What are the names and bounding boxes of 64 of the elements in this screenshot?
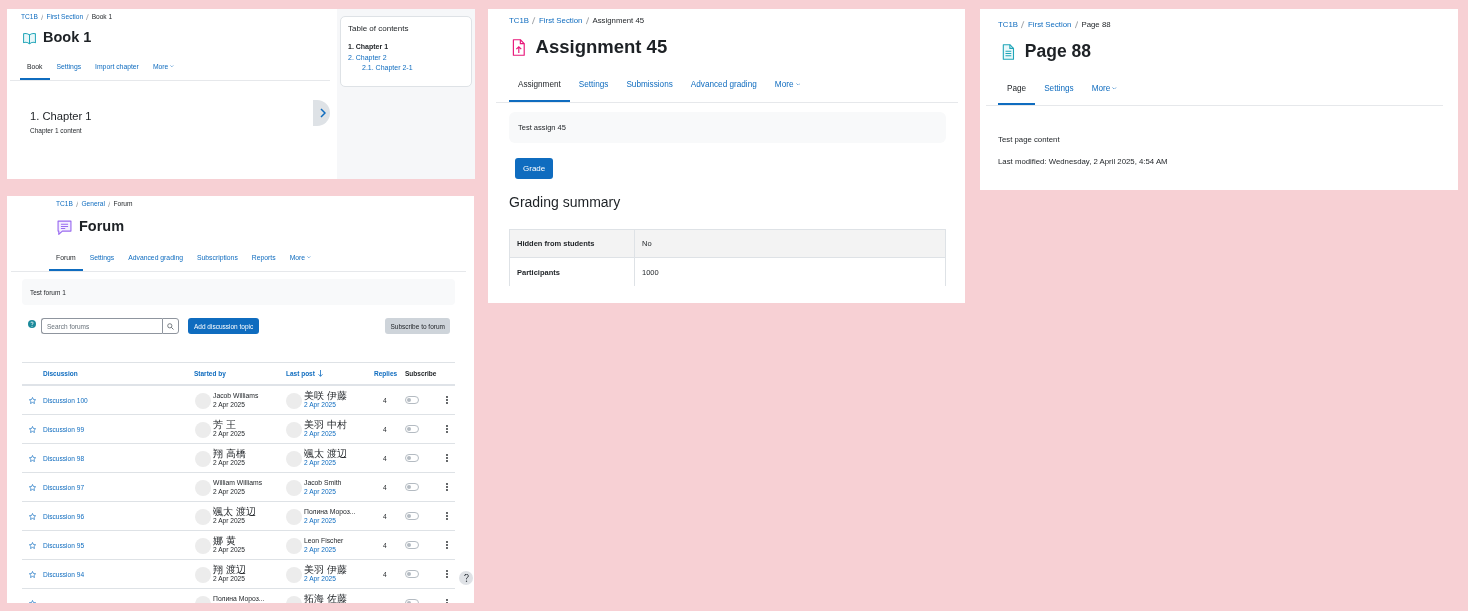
question-mark-icon	[463, 574, 469, 582]
breadcrumb-separator-icon	[107, 200, 111, 208]
help-icon[interactable]	[28, 320, 36, 328]
breadcrumb-separator-icon	[40, 13, 44, 21]
author-name: 翔 高橋	[213, 449, 246, 459]
page-title: Assignment 45	[535, 36, 668, 58]
author-name: 美羽 伊藤	[304, 565, 347, 575]
author-name: 娜 黄	[213, 536, 236, 546]
next-chapter-button[interactable]	[313, 100, 330, 126]
chevron-down-icon	[170, 64, 174, 68]
star-icon[interactable]	[29, 425, 36, 433]
search-button[interactable]	[162, 318, 179, 334]
star-icon[interactable]	[29, 454, 36, 462]
page-title: Page 88	[1024, 42, 1091, 62]
author-name: 翔 渡辺	[213, 565, 246, 575]
toc-title: Table of contents	[348, 24, 410, 34]
breadcrumb-separator-icon	[86, 13, 89, 21]
author-name: 颯太 渡辺	[304, 449, 347, 459]
subscribe-toggle[interactable]	[405, 396, 419, 404]
breadcrumb-separator-icon	[75, 200, 79, 208]
subscribe-toggle[interactable]	[405, 512, 419, 520]
author-name: 美咲 伊藤	[304, 391, 347, 401]
chevron-down-icon	[1112, 86, 1117, 90]
subscribe-toggle[interactable]	[405, 454, 419, 462]
chevron-right-icon	[319, 108, 326, 118]
breadcrumb-separator-icon	[532, 17, 536, 25]
breadcrumb-separator-icon	[585, 17, 589, 25]
star-icon[interactable]	[29, 512, 36, 520]
author-name: 颯太 渡辺	[213, 507, 256, 517]
nav-tab[interactable]: Settings	[569, 66, 618, 102]
nav-tab[interactable]: More	[765, 66, 809, 102]
page-title: Forum	[79, 219, 125, 235]
file-upload-icon	[512, 38, 526, 56]
open-book-icon	[23, 31, 36, 45]
help-button[interactable]	[459, 571, 473, 585]
grade-button[interactable]: Grade	[515, 158, 554, 179]
star-icon[interactable]	[29, 570, 36, 578]
subscribe-toggle[interactable]	[405, 541, 419, 549]
author-name: 拓海 佐藤	[304, 594, 347, 603]
nav-tab[interactable]: Submissions	[617, 66, 682, 102]
star-icon[interactable]	[29, 483, 36, 491]
star-icon[interactable]	[29, 396, 36, 404]
star-icon[interactable]	[29, 541, 36, 549]
document-icon	[1002, 44, 1015, 60]
chapter-heading: 1. Chapter 1	[30, 109, 92, 123]
subscribe-toggle[interactable]	[405, 570, 419, 578]
chevron-down-icon	[306, 255, 311, 259]
nav-tab[interactable]: Advanced grading	[681, 66, 766, 102]
breadcrumb-separator-icon	[1074, 21, 1078, 29]
search-icon	[167, 322, 174, 330]
author-name: 芳 王	[213, 420, 236, 430]
breadcrumb-separator-icon	[1021, 21, 1025, 29]
author-name: 美羽 中村	[304, 420, 347, 430]
speech-bubble-icon	[57, 219, 72, 235]
nav-tab[interactable]: Assignment	[509, 66, 570, 102]
nav-tab[interactable]: Settings	[1035, 71, 1083, 105]
section-heading: Grading summary	[509, 193, 622, 211]
subscribe-toggle[interactable]	[405, 483, 419, 491]
nav-tab[interactable]: More	[1082, 71, 1126, 105]
arrow-down-icon	[317, 370, 323, 377]
chevron-down-icon	[795, 82, 800, 86]
nav-tab[interactable]: Page	[998, 71, 1036, 105]
page-title: Book 1	[43, 30, 92, 46]
subscribe-toggle[interactable]	[405, 425, 419, 433]
